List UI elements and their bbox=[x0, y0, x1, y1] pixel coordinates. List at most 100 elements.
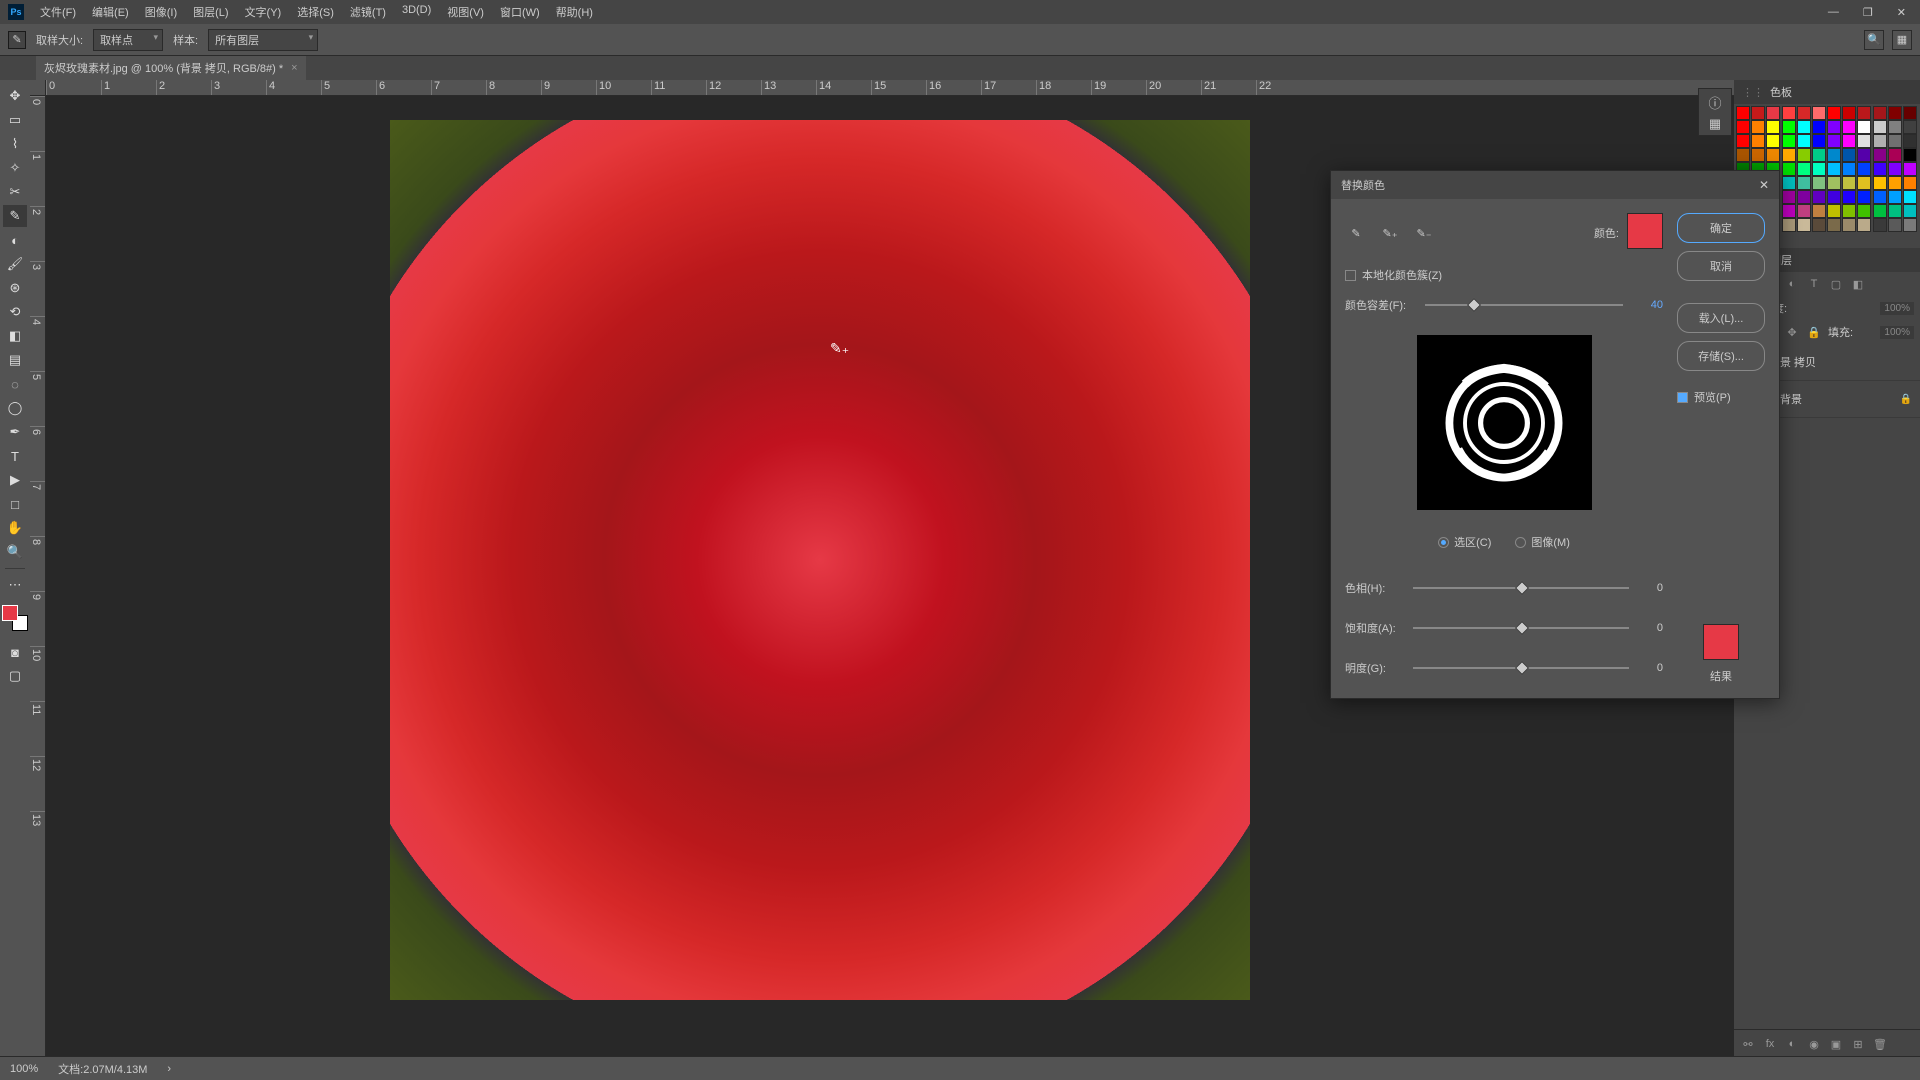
swatch[interactable] bbox=[1812, 148, 1826, 162]
hue-slider[interactable] bbox=[1413, 587, 1629, 589]
filter-type2-icon[interactable]: T bbox=[1806, 276, 1822, 292]
swatch[interactable] bbox=[1873, 218, 1887, 232]
sample-dropdown[interactable]: 所有图层 bbox=[208, 29, 318, 51]
swatch[interactable] bbox=[1797, 204, 1811, 218]
swatch[interactable] bbox=[1888, 134, 1902, 148]
menu-help[interactable]: 帮助(H) bbox=[548, 0, 601, 24]
swatch[interactable] bbox=[1888, 120, 1902, 134]
save-button[interactable]: 存储(S)... bbox=[1677, 341, 1765, 371]
swatch[interactable] bbox=[1842, 148, 1856, 162]
gradient-tool[interactable]: ▤ bbox=[3, 349, 27, 371]
new-fill-icon[interactable]: ◉ bbox=[1806, 1036, 1822, 1052]
menu-3d[interactable]: 3D(D) bbox=[394, 0, 439, 24]
layer-name[interactable]: 景 拷贝 bbox=[1780, 354, 1816, 370]
swatch[interactable] bbox=[1751, 120, 1765, 134]
slider-thumb[interactable] bbox=[1515, 581, 1529, 595]
menu-filter[interactable]: 滤镜(T) bbox=[342, 0, 394, 24]
swatch[interactable] bbox=[1812, 134, 1826, 148]
swatch[interactable] bbox=[1873, 204, 1887, 218]
fill-value[interactable]: 100% bbox=[1880, 326, 1914, 339]
swatch[interactable] bbox=[1782, 176, 1796, 190]
swatch[interactable] bbox=[1873, 176, 1887, 190]
info-panel-icon[interactable]: ⓘ bbox=[1704, 93, 1726, 111]
swatch[interactable] bbox=[1873, 120, 1887, 134]
swatches-panel-header[interactable]: ⋮⋮ 色板 bbox=[1734, 80, 1920, 104]
document-tab[interactable]: 灰烬玫瑰素材.jpg @ 100% (背景 拷贝, RGB/8#) * × bbox=[36, 56, 306, 80]
type-tool[interactable]: T bbox=[3, 445, 27, 467]
swatch[interactable] bbox=[1812, 204, 1826, 218]
minimize-button[interactable]: — bbox=[1822, 4, 1845, 21]
new-layer-icon[interactable]: ⊞ bbox=[1850, 1036, 1866, 1052]
filter-adjust-icon[interactable]: ◐ bbox=[1784, 276, 1800, 292]
swatch[interactable] bbox=[1736, 134, 1750, 148]
lock-position-icon[interactable]: ✥ bbox=[1784, 324, 1800, 340]
swatch[interactable] bbox=[1888, 162, 1902, 176]
checkbox-checked-icon[interactable] bbox=[1677, 392, 1688, 403]
swatch[interactable] bbox=[1797, 218, 1811, 232]
swatch[interactable] bbox=[1782, 218, 1796, 232]
blur-tool[interactable]: ◌ bbox=[3, 373, 27, 395]
tool-preset-icon[interactable]: ✎ bbox=[8, 31, 26, 49]
saturation-value[interactable]: 0 bbox=[1639, 622, 1663, 634]
foreground-background-colors[interactable] bbox=[2, 605, 28, 631]
swatch[interactable] bbox=[1766, 106, 1780, 120]
swatch[interactable] bbox=[1797, 120, 1811, 134]
history-brush-tool[interactable]: ⟲ bbox=[3, 301, 27, 323]
eyedropper-subtract-icon[interactable]: ✎₋ bbox=[1413, 222, 1435, 244]
sample-color-swatch[interactable] bbox=[1627, 213, 1663, 249]
move-tool[interactable]: ✥ bbox=[3, 85, 27, 107]
swatch[interactable] bbox=[1782, 190, 1796, 204]
swatch[interactable] bbox=[1782, 204, 1796, 218]
path-selection-tool[interactable]: ▶ bbox=[3, 469, 27, 491]
checkbox-icon[interactable] bbox=[1345, 270, 1356, 281]
dodge-tool[interactable]: ◯ bbox=[3, 397, 27, 419]
menu-edit[interactable]: 编辑(E) bbox=[84, 0, 137, 24]
slider-thumb[interactable] bbox=[1515, 621, 1529, 635]
swatch[interactable] bbox=[1903, 162, 1917, 176]
swatch[interactable] bbox=[1888, 106, 1902, 120]
swatch[interactable] bbox=[1857, 134, 1871, 148]
quick-mask-tool[interactable]: ◙ bbox=[3, 641, 27, 663]
menu-image[interactable]: 图像(I) bbox=[137, 0, 185, 24]
swatch[interactable] bbox=[1888, 190, 1902, 204]
dialog-titlebar[interactable]: 替换颜色 ✕ bbox=[1331, 171, 1779, 199]
swatches-panel-icon[interactable]: ▦ bbox=[1704, 115, 1726, 133]
crop-tool[interactable]: ✂ bbox=[3, 181, 27, 203]
swatch[interactable] bbox=[1736, 148, 1750, 162]
swatch[interactable] bbox=[1766, 134, 1780, 148]
swatch[interactable] bbox=[1903, 176, 1917, 190]
rectangle-tool[interactable]: □ bbox=[3, 493, 27, 515]
document-info[interactable]: 文档:2.07M/4.13M bbox=[58, 1061, 147, 1077]
swatch[interactable] bbox=[1812, 176, 1826, 190]
load-button[interactable]: 载入(L)... bbox=[1677, 303, 1765, 333]
swatch[interactable] bbox=[1903, 190, 1917, 204]
ok-button[interactable]: 确定 bbox=[1677, 213, 1765, 243]
hand-tool[interactable]: ✋ bbox=[3, 517, 27, 539]
swatch[interactable] bbox=[1766, 148, 1780, 162]
eraser-tool[interactable]: ◧ bbox=[3, 325, 27, 347]
layer-name[interactable]: 背景 bbox=[1780, 391, 1802, 407]
swatch[interactable] bbox=[1888, 176, 1902, 190]
swatch[interactable] bbox=[1873, 134, 1887, 148]
swatch[interactable] bbox=[1903, 106, 1917, 120]
swatch[interactable] bbox=[1797, 106, 1811, 120]
swatch[interactable] bbox=[1782, 106, 1796, 120]
maximize-button[interactable]: ❐ bbox=[1857, 4, 1879, 21]
status-chevron-icon[interactable]: › bbox=[167, 1063, 171, 1075]
menu-select[interactable]: 选择(S) bbox=[289, 0, 342, 24]
cancel-button[interactable]: 取消 bbox=[1677, 251, 1765, 281]
swatch[interactable] bbox=[1888, 148, 1902, 162]
menu-type[interactable]: 文字(Y) bbox=[237, 0, 290, 24]
new-group-icon[interactable]: ▣ bbox=[1828, 1036, 1844, 1052]
swatch[interactable] bbox=[1873, 148, 1887, 162]
swatch[interactable] bbox=[1827, 162, 1841, 176]
layer-mask-icon[interactable]: ◐ bbox=[1784, 1036, 1800, 1052]
swatch[interactable] bbox=[1827, 218, 1841, 232]
menu-layer[interactable]: 图层(L) bbox=[185, 0, 236, 24]
swatch[interactable] bbox=[1827, 134, 1841, 148]
swatch[interactable] bbox=[1857, 176, 1871, 190]
selection-radio[interactable]: 选区(C) bbox=[1438, 534, 1491, 550]
swatch[interactable] bbox=[1842, 134, 1856, 148]
slider-thumb[interactable] bbox=[1515, 661, 1529, 675]
dialog-close-icon[interactable]: ✕ bbox=[1759, 178, 1769, 192]
